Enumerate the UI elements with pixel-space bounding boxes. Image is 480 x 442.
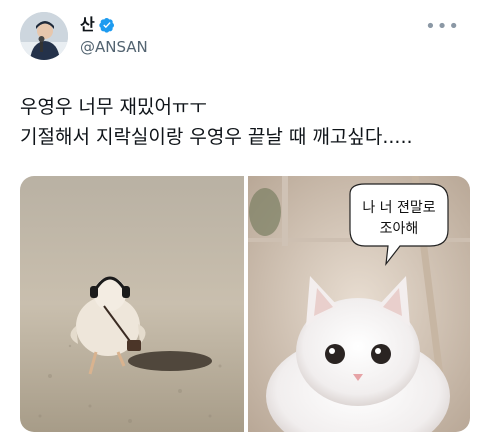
speech-bubble-text: 나 너 젼말로: [362, 200, 435, 216]
tweet-text: 우영우 너무 재밌어ㅠㅜ 기절해서 지락실이랑 우영우 끝날 때 깨고싶다...…: [20, 92, 460, 152]
tweet-text-line: 기절해서 지락실이랑 우영우 끝날 때 깨고싶다.....: [20, 126, 413, 148]
tweet-media[interactable]: 나 너 젼말로 조아해: [20, 176, 470, 432]
chick-image[interactable]: [20, 176, 244, 432]
tweet-header: 산 @ANSAN •••: [20, 12, 460, 68]
user-handle[interactable]: @ANSAN: [80, 37, 148, 57]
tweet-text-line: 우영우 너무 재밌어ㅠㅜ: [20, 96, 207, 118]
speech-bubble-text: 조아해: [380, 221, 419, 237]
cat-image[interactable]: 나 너 젼말로 조아해: [248, 176, 470, 432]
avatar[interactable]: [20, 12, 68, 60]
display-name[interactable]: 산: [80, 15, 95, 35]
verified-badge-icon: [99, 18, 114, 33]
more-horizontal-icon[interactable]: •••: [425, 16, 460, 37]
